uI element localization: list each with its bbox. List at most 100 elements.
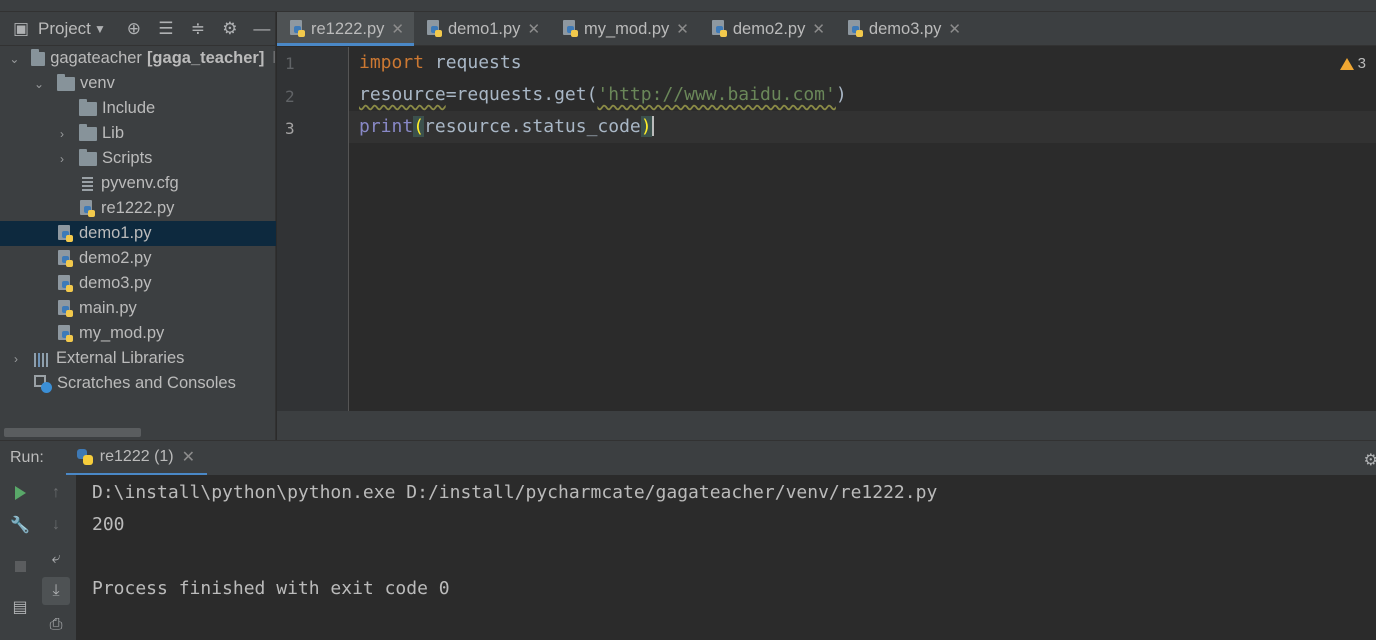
python-file-icon: [57, 299, 74, 318]
play-icon: [14, 486, 26, 500]
chevron-right-icon[interactable]: ›: [54, 127, 70, 141]
tree-item-label: Scripts: [102, 149, 153, 167]
code-editor[interactable]: 1 2 3 import requests resource=requests.…: [277, 47, 1376, 411]
gear-icon[interactable]: ⚙: [219, 18, 241, 40]
code-line-3[interactable]: print(resource.status_code): [359, 116, 654, 137]
tree-item-pyvenv-cfg[interactable]: pyvenv.cfg: [0, 171, 276, 196]
tree-item-gagateacher[interactable]: ⌄ gagateacher [gaga_teacher] l: [0, 46, 276, 71]
brace-match: ): [640, 116, 652, 137]
library-icon: [34, 351, 51, 367]
text-caret: [651, 116, 654, 136]
tab-label: demo3.py: [868, 19, 942, 38]
warning-count: 3: [1357, 55, 1366, 72]
close-icon[interactable]: ✕: [812, 20, 825, 38]
code-line-2[interactable]: resource=requests.get('http://www.baidu.…: [359, 84, 847, 105]
tree-item-label: my_mod.py: [79, 324, 165, 342]
close-icon[interactable]: ✕: [948, 20, 961, 38]
collapse-all-icon[interactable]: ≑: [187, 18, 209, 40]
tree-item-demo1[interactable]: demo1.py: [0, 221, 276, 246]
tab-label: my_mod.py: [584, 19, 670, 38]
locate-file-icon[interactable]: ⊕: [123, 18, 145, 40]
python-file-icon: [426, 20, 443, 38]
code-token: requests: [424, 52, 522, 73]
tree-item-label: Scratches and Consoles: [57, 374, 236, 392]
chevron-down-icon[interactable]: ▼: [89, 18, 111, 40]
tree-item-label: pyvenv.cfg: [101, 174, 179, 192]
code-token: resource.status_code: [424, 116, 641, 137]
line-number-gutter[interactable]: 1 2 3: [277, 47, 349, 411]
python-file-icon: [57, 249, 74, 268]
tree-item-label: main.py: [79, 299, 137, 317]
gear-icon[interactable]: ⚙: [1364, 450, 1376, 470]
tree-item-main[interactable]: main.py: [0, 296, 276, 321]
python-file-icon: [57, 224, 74, 243]
tree-item-my-mod[interactable]: my_mod.py: [0, 321, 276, 346]
console-line: Process finished with exit code 0: [92, 578, 450, 599]
close-icon[interactable]: ✕: [676, 20, 689, 38]
config-file-icon: [79, 176, 96, 192]
close-icon[interactable]: ✕: [182, 447, 195, 467]
tree-item-lib[interactable]: › Lib: [0, 121, 276, 146]
warnings-indicator[interactable]: 3: [1339, 55, 1366, 72]
folder-icon: [30, 48, 46, 66]
project-view-icon[interactable]: ▣: [10, 18, 32, 40]
wrench-icon[interactable]: 🔧: [6, 511, 34, 539]
run-panel-header: Run: re1222 (1) ✕ ⚙: [0, 440, 1376, 476]
stop-button[interactable]: [6, 552, 34, 580]
python-file-icon: [57, 274, 74, 293]
console-line: 200: [92, 514, 125, 535]
tree-item-external-libraries[interactable]: › External Libraries: [0, 346, 276, 371]
run-tab[interactable]: re1222 (1) ✕: [65, 441, 208, 476]
python-file-icon: [847, 20, 864, 38]
close-icon[interactable]: ✕: [527, 20, 540, 38]
tab-label: re1222.py: [311, 19, 385, 38]
python-file-icon: [57, 324, 74, 343]
horizontal-scrollbar[interactable]: [4, 428, 141, 437]
run-tab-label: re1222 (1): [99, 447, 174, 465]
tab-label: demo1.py: [447, 19, 521, 38]
code-line-1[interactable]: import requests: [359, 52, 522, 73]
expand-all-icon[interactable]: ☰: [155, 18, 177, 40]
scroll-to-end-icon[interactable]: ⤓: [42, 577, 70, 605]
print-icon[interactable]: ⎙: [42, 611, 70, 639]
tree-item-demo2[interactable]: demo2.py: [0, 246, 276, 271]
layout-icon[interactable]: ▤: [6, 593, 34, 621]
soft-wrap-icon[interactable]: ⤶: [42, 545, 70, 573]
chevron-right-icon[interactable]: ›: [54, 152, 70, 166]
tab-demo3[interactable]: demo3.py ✕: [835, 12, 971, 46]
tree-item-demo3[interactable]: demo3.py: [0, 271, 276, 296]
python-file-icon: [562, 20, 579, 38]
tree-item-label: venv: [80, 74, 115, 92]
console-line: D:\install\python\python.exe D:/install/…: [92, 482, 938, 503]
warning-icon: [1339, 57, 1354, 70]
tree-item-label: demo3.py: [79, 274, 152, 292]
tree-item-label: re1222.py: [101, 199, 175, 217]
tree-item-label: demo2.py: [79, 249, 152, 267]
tree-item-re1222[interactable]: re1222.py: [0, 196, 276, 221]
tree-item-venv[interactable]: ⌄ venv: [0, 71, 276, 96]
tab-demo2[interactable]: demo2.py ✕: [699, 12, 835, 46]
up-arrow-icon[interactable]: ↑: [42, 479, 70, 507]
code-token: resource: [359, 84, 446, 105]
tab-my-mod[interactable]: my_mod.py ✕: [550, 12, 699, 46]
project-view-dropdown[interactable]: Project: [38, 19, 91, 39]
rerun-button[interactable]: [6, 479, 34, 507]
tab-label: demo2.py: [732, 19, 806, 38]
down-arrow-icon[interactable]: ↓: [42, 511, 70, 539]
tree-item-include[interactable]: Include: [0, 96, 276, 121]
chevron-down-icon[interactable]: ⌄: [8, 52, 21, 66]
python-file-icon: [711, 20, 728, 38]
tab-demo1[interactable]: demo1.py ✕: [414, 12, 550, 46]
tab-re1222[interactable]: re1222.py ✕: [277, 12, 414, 46]
truncated-path: l: [272, 49, 276, 67]
close-icon[interactable]: ✕: [391, 20, 404, 38]
python-icon: [76, 448, 94, 466]
hide-panel-icon[interactable]: —: [251, 18, 273, 40]
tree-item-scripts[interactable]: › Scripts: [0, 146, 276, 171]
tree-item-scratches[interactable]: Scratches and Consoles: [0, 371, 276, 396]
chevron-right-icon[interactable]: ›: [8, 352, 24, 366]
editor-footer: [277, 411, 1376, 440]
console-output[interactable]: D:\install\python\python.exe D:/install/…: [76, 475, 1376, 640]
code-token: ): [835, 84, 847, 105]
chevron-down-icon[interactable]: ⌄: [31, 77, 47, 91]
